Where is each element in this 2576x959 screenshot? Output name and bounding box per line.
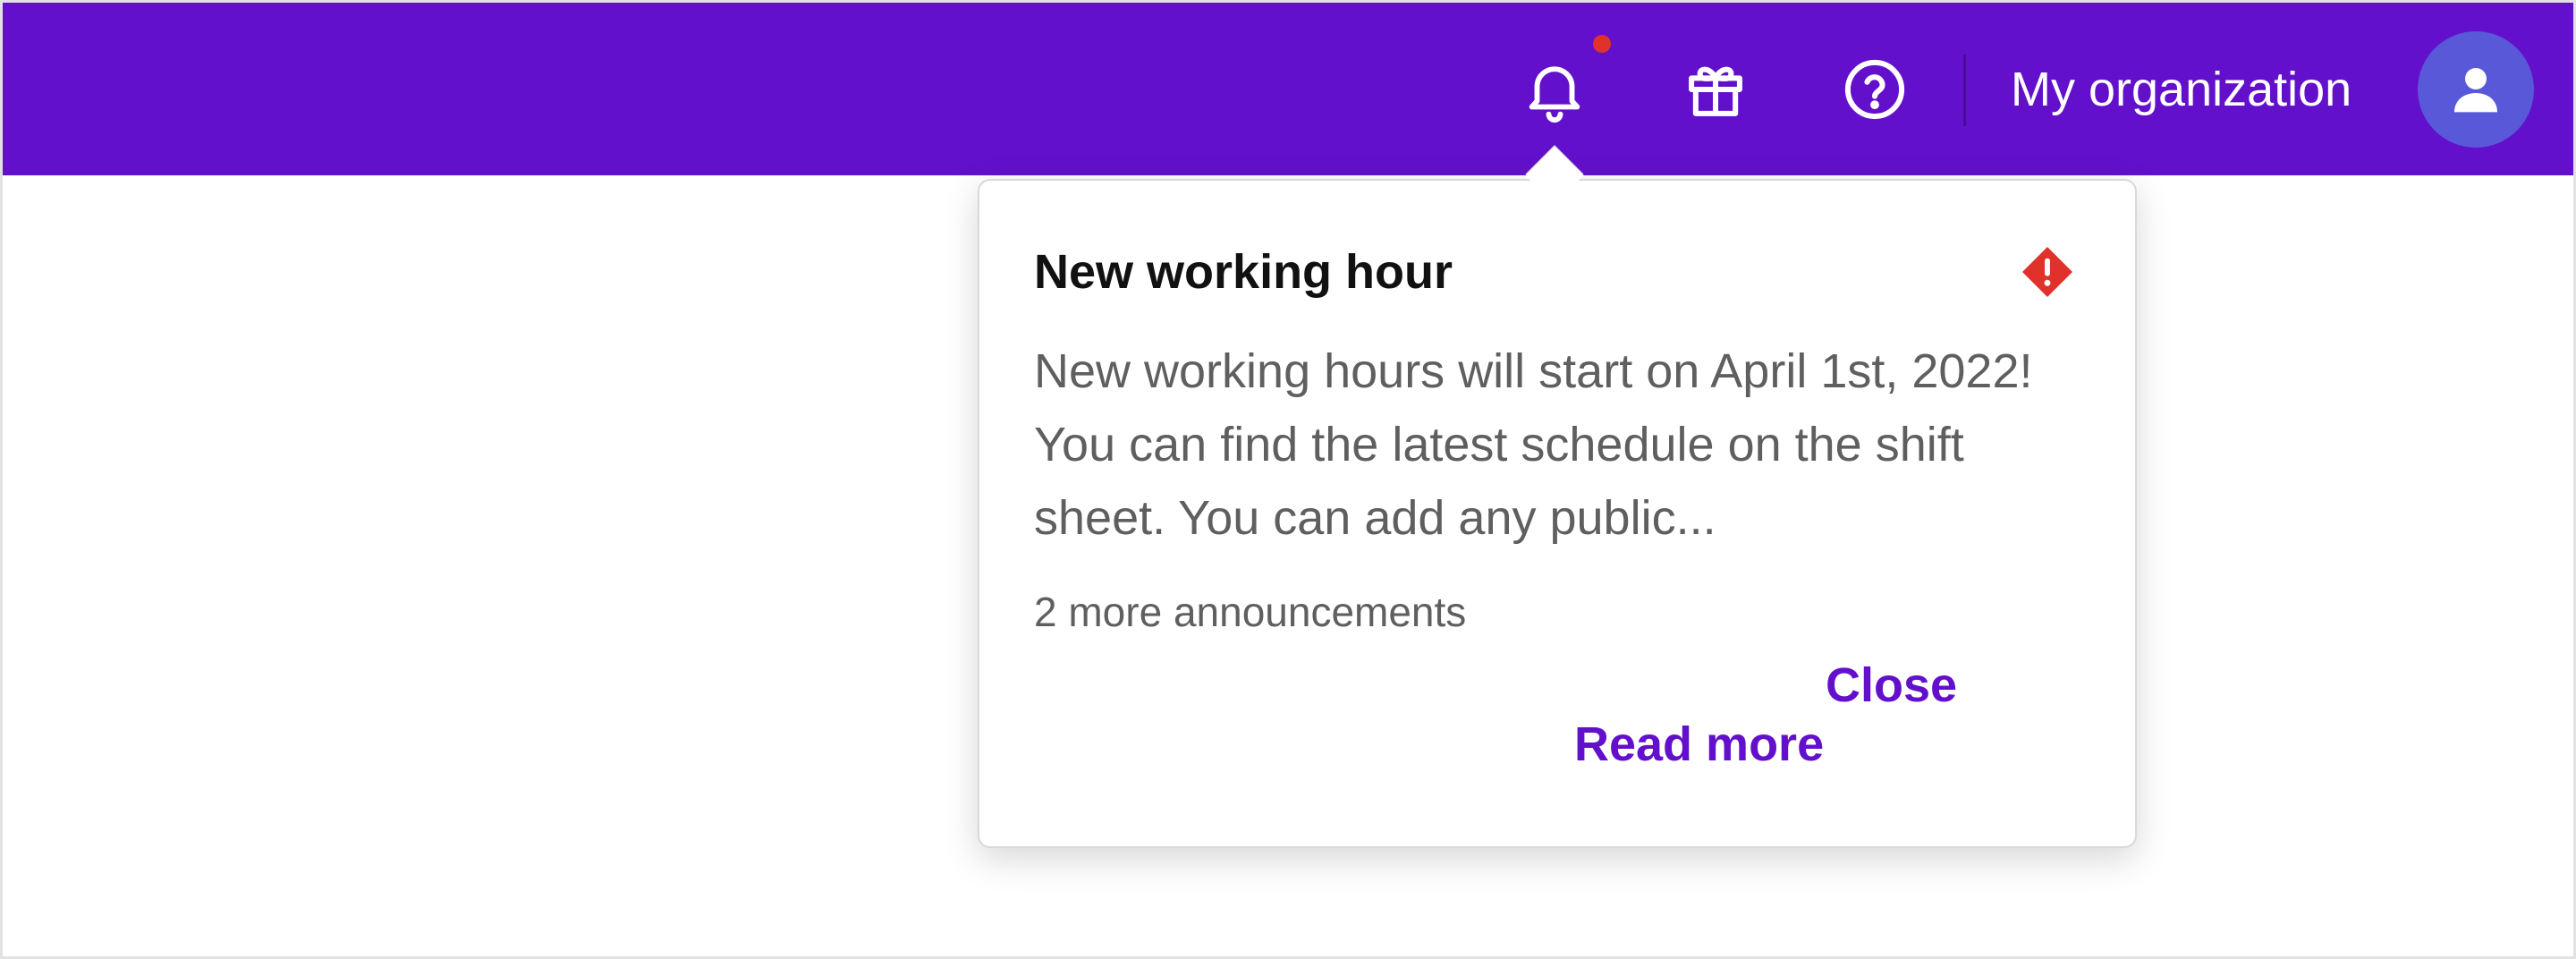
help-circle-icon — [1844, 59, 1905, 120]
organization-name[interactable]: My organization — [2011, 58, 2351, 121]
notification-dot — [1593, 35, 1611, 53]
user-avatar[interactable] — [2418, 31, 2534, 148]
read-more-button[interactable]: Read more — [1574, 716, 1824, 773]
notifications-button[interactable] — [1505, 40, 1604, 139]
gift-icon — [1689, 66, 1742, 116]
announcement-title: New working hour — [1034, 245, 1453, 299]
more-announcements-count: 2 more announcements — [1034, 589, 1467, 635]
help-button[interactable] — [1826, 40, 1924, 139]
header-divider — [1963, 55, 1966, 126]
gift-button[interactable] — [1666, 40, 1765, 139]
user-icon — [2454, 68, 2497, 113]
announcement-body: New working hours will start on April 1s… — [1034, 344, 2033, 545]
announcement-popover: New working hour New working hours will … — [978, 179, 2137, 848]
top-navigation-bar: My organization — [3, 3, 2573, 175]
warning-diamond-icon — [2022, 247, 2072, 297]
app-frame: My organization New working hour New wor… — [0, 0, 2576, 959]
close-button[interactable]: Close — [1826, 657, 1957, 714]
bell-icon — [1529, 66, 1580, 123]
